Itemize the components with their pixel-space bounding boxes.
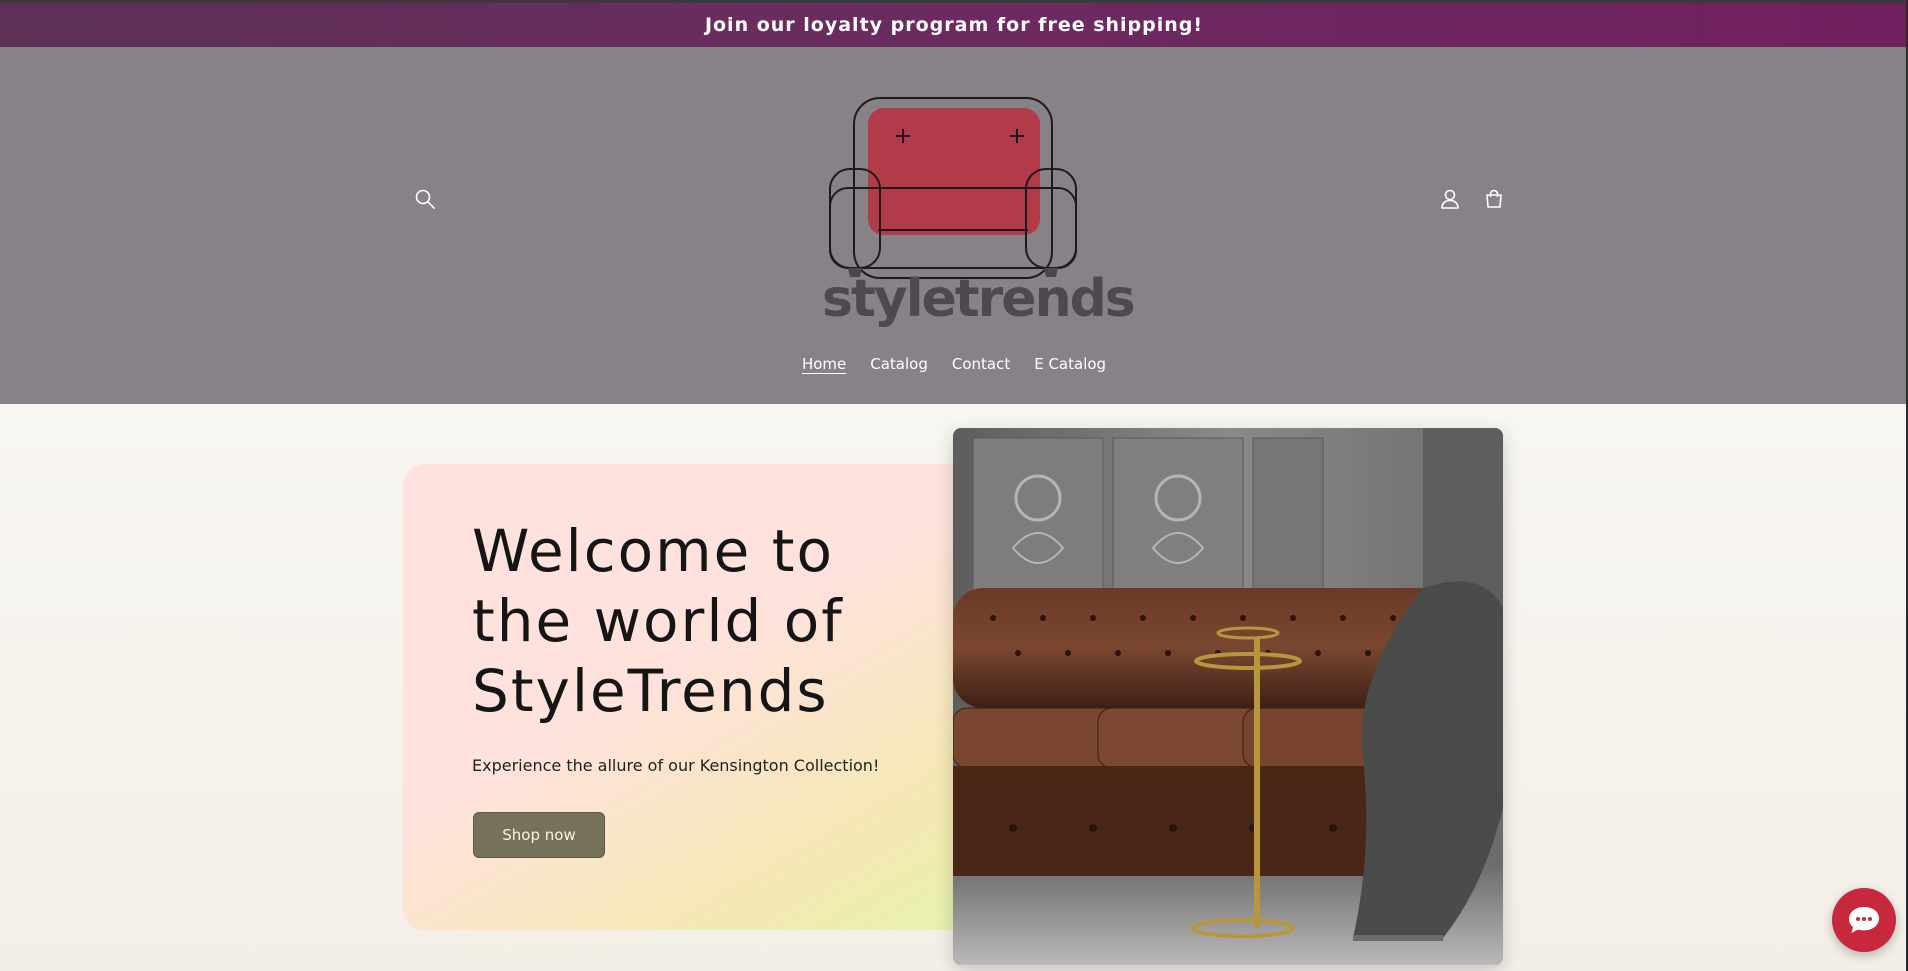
- sofa-photo: [953, 428, 1503, 965]
- cart-button[interactable]: [1474, 179, 1514, 219]
- hero-subtitle: Experience the allure of our Kensington …: [472, 756, 880, 775]
- hero-card: Welcome to the world of StyleTrends Expe…: [403, 464, 993, 930]
- nav-item-home[interactable]: Home: [802, 355, 846, 385]
- site-header: styletrends Home Catalog Contact E Catal…: [0, 47, 1908, 404]
- nav-item-contact[interactable]: Contact: [952, 355, 1010, 385]
- main-nav: Home Catalog Contact E Catalog: [0, 355, 1908, 385]
- chat-button[interactable]: [1832, 888, 1896, 952]
- hero-section: Welcome to the world of StyleTrends Expe…: [0, 404, 1908, 971]
- cart-icon: [1486, 189, 1502, 208]
- account-icon: [1441, 189, 1459, 209]
- brand-wordmark: styletrends: [822, 269, 1136, 329]
- hero-image: [953, 428, 1503, 965]
- search-icon: [415, 189, 435, 209]
- shop-now-button[interactable]: Shop now: [473, 812, 605, 858]
- chat-icon: [1849, 907, 1879, 933]
- announcement-bar: Join our loyalty program for free shippi…: [0, 0, 1908, 47]
- nav-item-e-catalog[interactable]: E Catalog: [1034, 355, 1106, 385]
- search-button[interactable]: [405, 179, 445, 219]
- hero-title: Welcome to the world of StyleTrends: [472, 517, 844, 725]
- announcement-text: Join our loyalty program for free shippi…: [704, 14, 1204, 36]
- account-button[interactable]: [1430, 179, 1470, 219]
- nav-item-catalog[interactable]: Catalog: [870, 355, 928, 385]
